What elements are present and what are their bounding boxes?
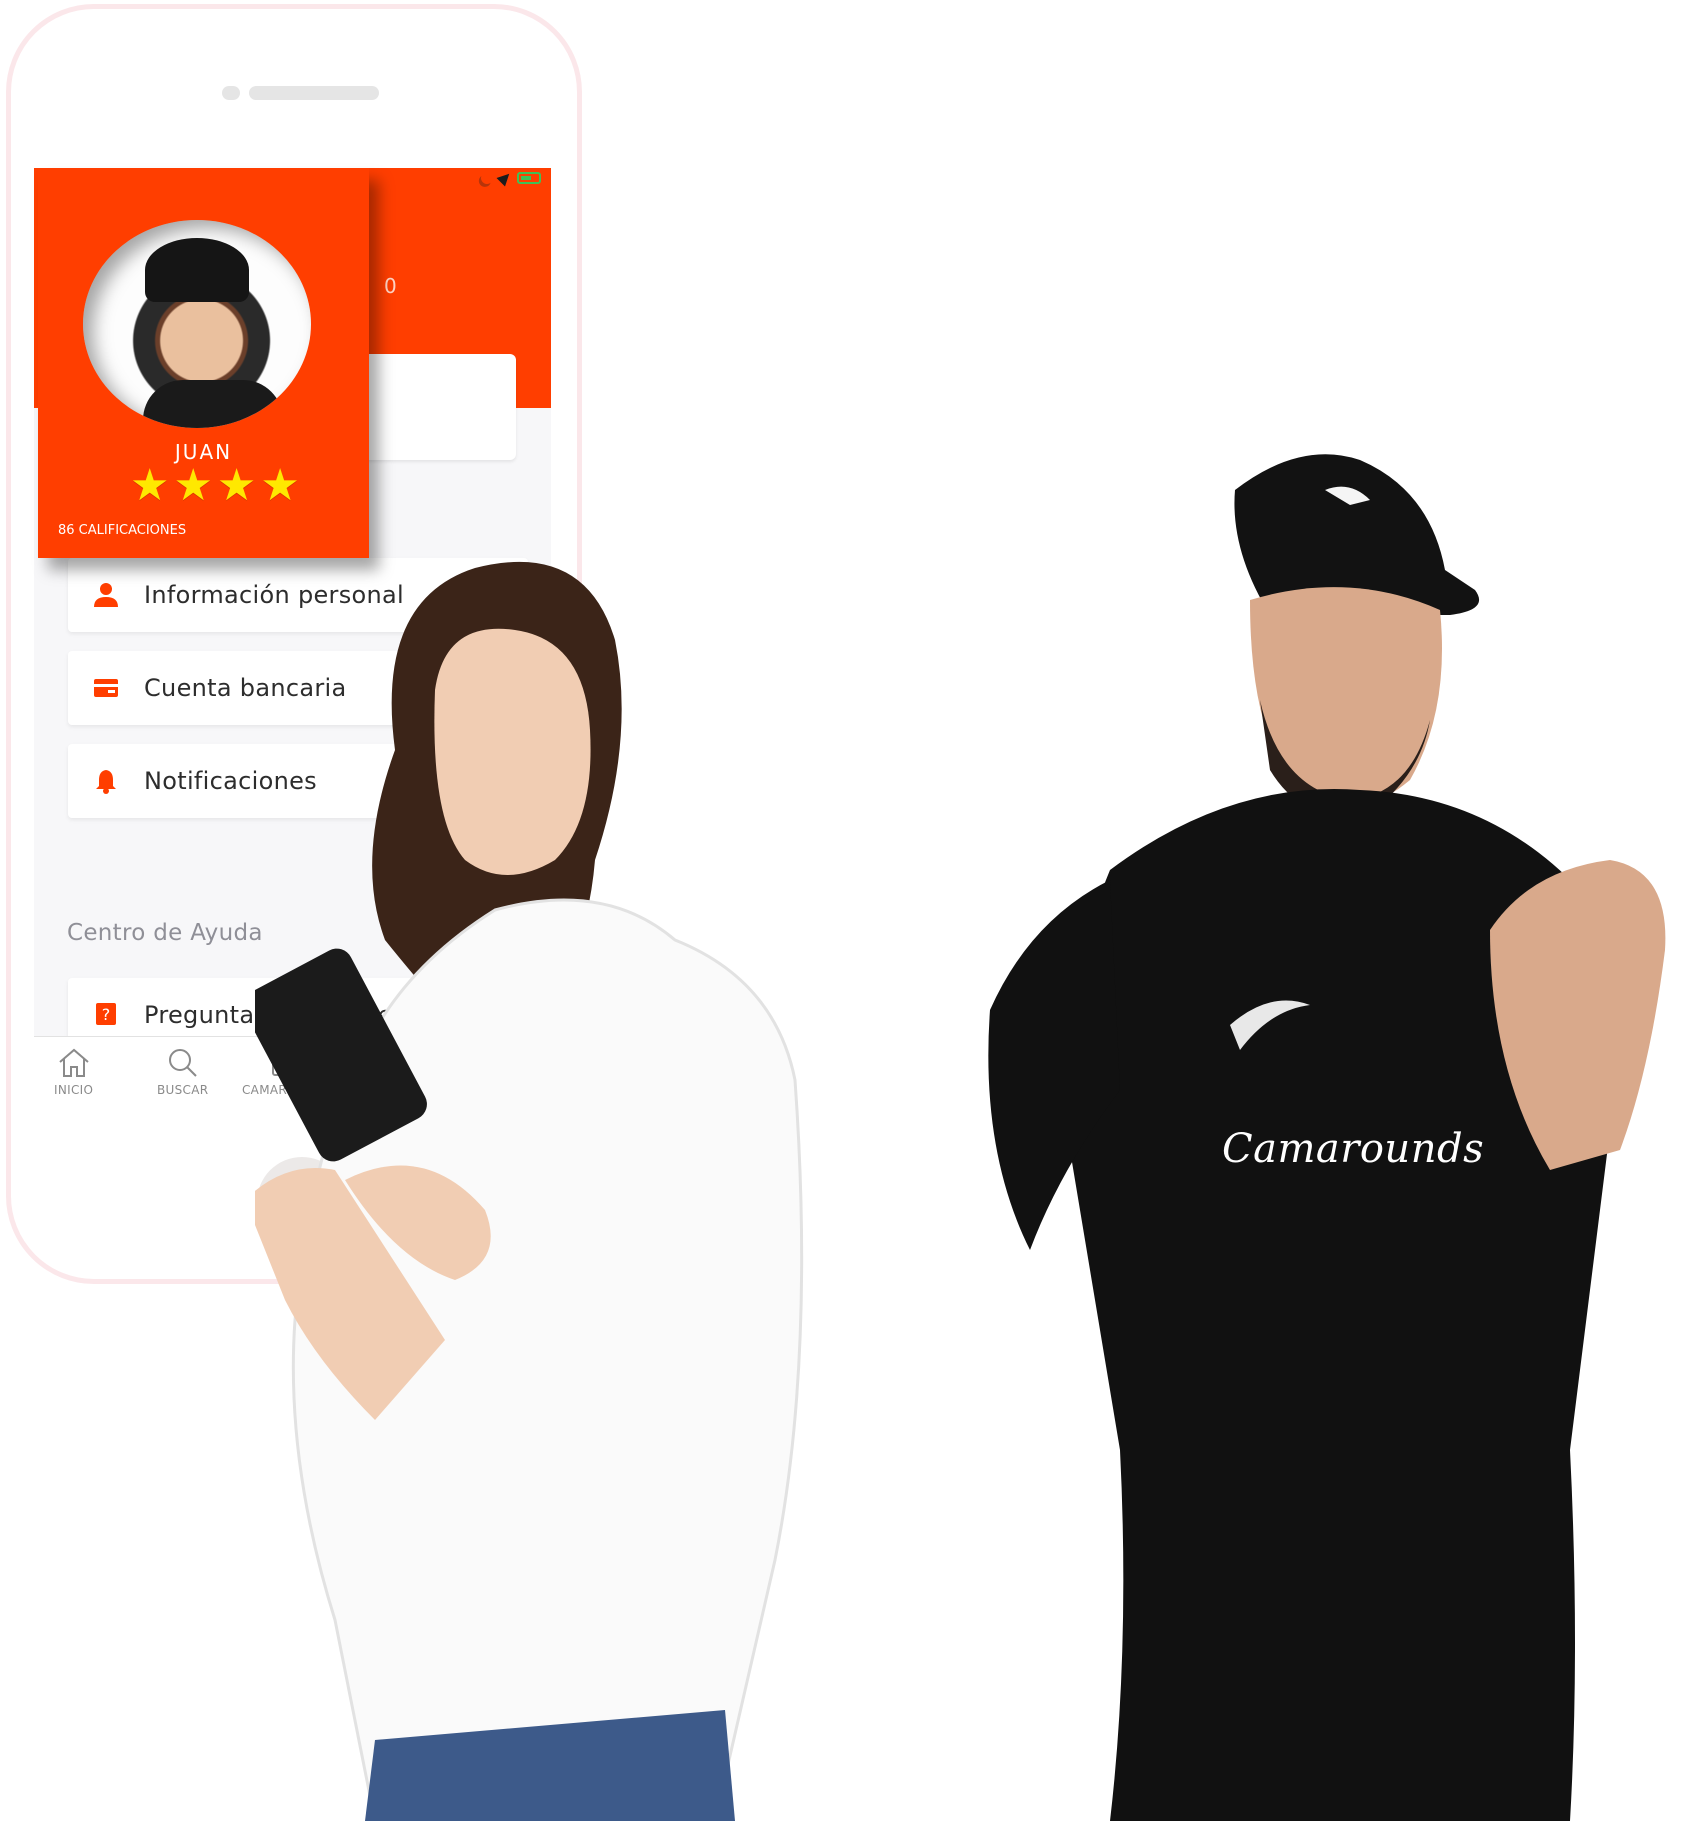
star-icon: ★	[260, 460, 300, 511]
question-icon: ?	[92, 1001, 120, 1029]
star-icon: ★	[216, 460, 257, 511]
tab-buscar[interactable]: BUSCAR	[157, 1047, 208, 1097]
avatar	[83, 220, 311, 428]
bell-icon	[92, 767, 120, 795]
status-bar	[479, 169, 541, 187]
credit-card-icon	[92, 674, 120, 702]
shirt-brand-text: Camarounds	[1222, 1126, 1485, 1172]
tab-label: BUSCAR	[157, 1083, 209, 1097]
battery-charging-icon	[517, 172, 541, 184]
woman-with-phone-photo	[255, 561, 804, 1821]
profile-card: JUAN ★ ★ ★ ★ 86 CALIFICACIONES	[38, 168, 369, 558]
star-icon: ★	[173, 460, 213, 511]
moon-icon	[479, 170, 494, 185]
star-icon: ★	[130, 460, 170, 511]
user-icon	[92, 581, 120, 609]
phone-camera	[222, 86, 240, 100]
phone-speaker	[249, 86, 379, 100]
svg-text:?: ?	[102, 1005, 111, 1024]
search-icon	[168, 1049, 197, 1077]
location-arrow-icon	[496, 169, 514, 187]
help-center-title: Centro de Ayuda	[67, 920, 263, 946]
rating-count: 0	[384, 274, 397, 298]
ratings-count-label: 86 CALIFICACIONES	[58, 523, 187, 538]
tab-label: INICIO	[54, 1083, 94, 1097]
rating-stars: ★ ★ ★ ★	[130, 464, 300, 508]
avatar-cap	[145, 238, 249, 302]
home-icon	[58, 1048, 89, 1077]
tab-inicio[interactable]: INICIO	[54, 1047, 93, 1097]
avatar-shirt	[143, 380, 283, 428]
